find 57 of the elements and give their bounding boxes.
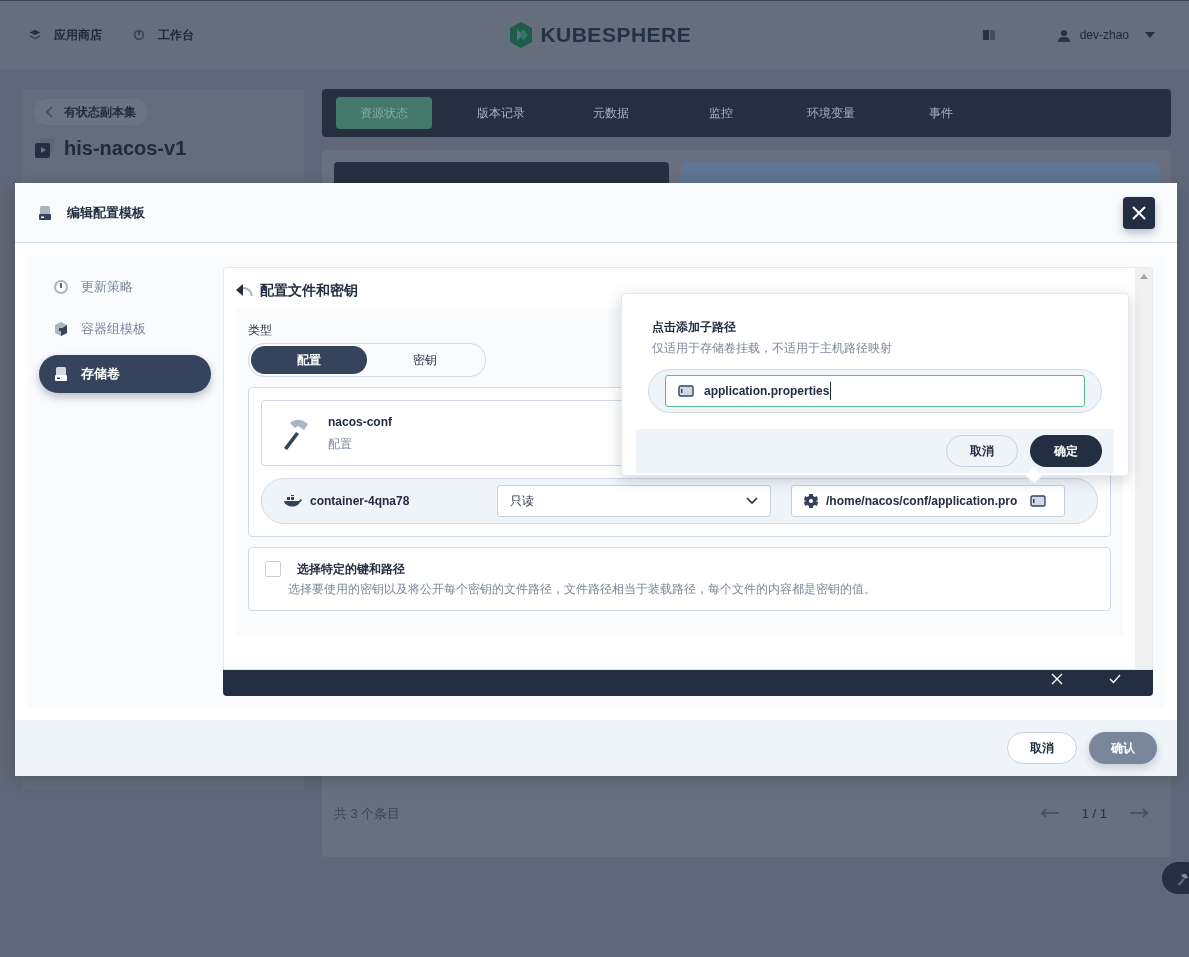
step-tab[interactable]: 存储卷 xyxy=(39,355,211,393)
popover-hint: 仅适用于存储卷挂载，不适用于主机路径映射 xyxy=(652,340,893,357)
tab[interactable]: 监控 xyxy=(666,97,776,129)
container-name: container-4qna78 xyxy=(310,493,410,510)
cancel-button[interactable]: 取消 xyxy=(1007,732,1077,764)
step-tab[interactable]: 容器组模板 xyxy=(39,313,211,345)
resource-type: 配置 xyxy=(328,436,353,453)
resource-title: his-nacos-v1 xyxy=(64,136,187,161)
back-arrow-icon xyxy=(236,283,254,298)
arrow-right-icon xyxy=(1129,808,1149,819)
app-icon xyxy=(34,137,56,159)
chevron-left-icon xyxy=(46,106,54,118)
description-text: 选择要使用的密钥以及将公开每个密钥的文件路径，文件路径相当于装载路径，每个文件的内容都是密钥的值。 xyxy=(288,581,877,598)
confirm-button[interactable]: 确定 xyxy=(1030,435,1102,467)
hexagon-logo-icon xyxy=(508,21,535,49)
chevron-down-icon xyxy=(746,497,758,505)
gear-icon xyxy=(804,494,818,508)
tab[interactable]: 版本记录 xyxy=(446,97,556,129)
hammer-icon xyxy=(1175,871,1189,886)
resource-name: nacos-conf xyxy=(328,414,392,431)
page-indicator: 1 / 1 xyxy=(1081,804,1107,823)
access-mode-select[interactable]: 只读 xyxy=(497,485,771,517)
scrollbar[interactable] xyxy=(1135,268,1152,669)
disk-icon xyxy=(37,204,53,221)
section-title: 配置文件和密钥 xyxy=(260,281,358,300)
checkbox-label: 选择特定的键和路径 xyxy=(297,561,405,578)
cube-icon xyxy=(53,321,69,337)
book-icon xyxy=(981,29,996,41)
caret-icon xyxy=(1145,32,1155,38)
logo-text: KUBESPHERE xyxy=(540,22,692,49)
checkbox[interactable] xyxy=(265,561,281,577)
gauge-icon xyxy=(53,279,69,295)
close-icon xyxy=(1051,672,1063,685)
tab[interactable]: 事件 xyxy=(886,97,996,129)
field-label: 类型 xyxy=(248,322,272,339)
close-button[interactable] xyxy=(1123,196,1155,229)
stack-icon xyxy=(28,28,42,42)
confirm-button[interactable]: 确认 xyxy=(1089,732,1157,764)
arrow-left-icon xyxy=(1039,808,1060,819)
user-icon xyxy=(1057,28,1070,42)
step-tab[interactable]: 更新策略 xyxy=(39,271,211,303)
mount-path-field[interactable]: /home/nacos/conf/application.pro xyxy=(791,485,1065,517)
scroll-up-icon xyxy=(1139,274,1148,279)
close-icon xyxy=(1131,204,1147,221)
segment-option[interactable]: 密钥 xyxy=(367,346,483,374)
check-icon xyxy=(1109,673,1121,684)
subpath-icon xyxy=(1030,495,1046,507)
subpath-field[interactable]: application.properties xyxy=(665,375,1085,407)
segment-option[interactable]: 配置 xyxy=(251,346,367,374)
tab[interactable]: 元数据 xyxy=(556,97,666,129)
popover-title: 点击添加子路径 xyxy=(652,319,737,336)
compass-icon xyxy=(132,28,146,42)
disk-icon xyxy=(53,366,69,382)
tab[interactable]: 环境变量 xyxy=(776,97,886,129)
subpath-icon xyxy=(678,385,694,397)
whale-icon xyxy=(284,495,302,507)
modal-title: 编辑配置模板 xyxy=(67,203,145,222)
